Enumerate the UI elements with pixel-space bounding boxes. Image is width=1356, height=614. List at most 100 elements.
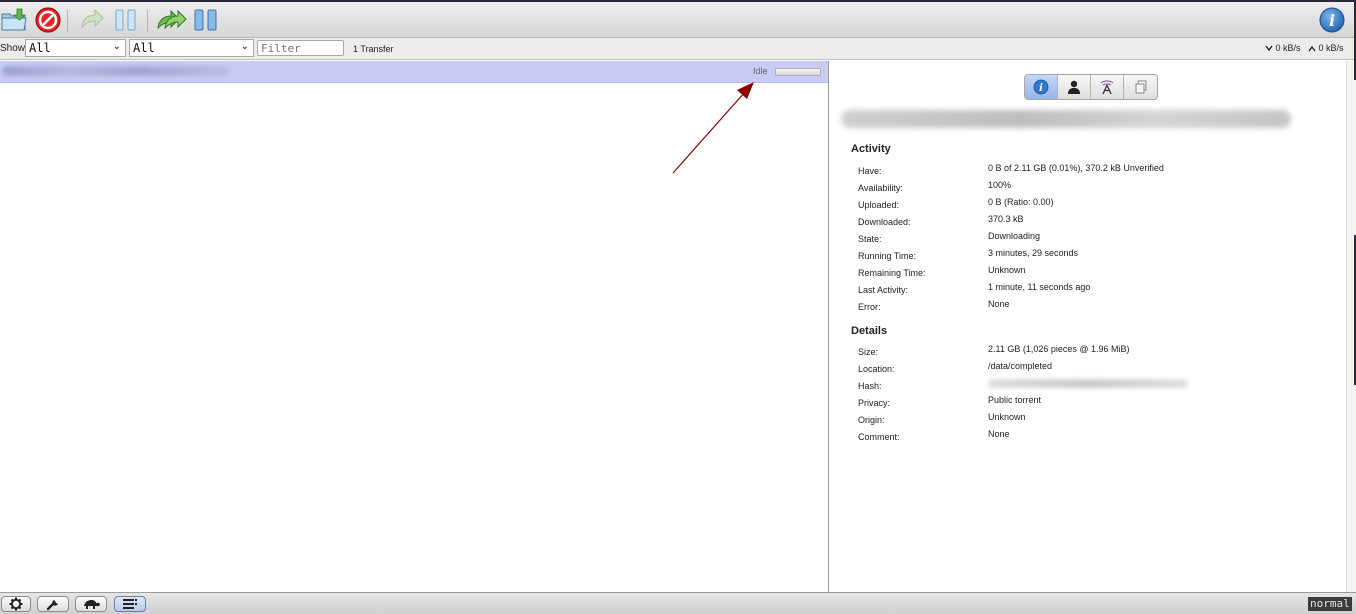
upload-speed-value: 0 kB/s bbox=[1318, 43, 1344, 53]
activity-section-title: Activity bbox=[851, 143, 891, 155]
property-row: Remaining Time: Unknown bbox=[858, 265, 1338, 282]
tab-trackers[interactable] bbox=[1091, 75, 1124, 99]
preferences-button[interactable] bbox=[37, 596, 69, 612]
property-row: Downloaded: 370.3 kB bbox=[858, 214, 1338, 231]
property-label: State: bbox=[858, 234, 882, 244]
resume-all-button[interactable] bbox=[156, 6, 188, 34]
list-view-icon bbox=[123, 599, 137, 609]
details-section-title: Details bbox=[851, 325, 888, 337]
download-speed-value: 0 kB/s bbox=[1275, 43, 1301, 53]
property-label: Downloaded: bbox=[858, 217, 911, 227]
transfer-count: 1 Transfer bbox=[353, 44, 394, 54]
property-value: None bbox=[988, 299, 1010, 309]
filter-bar: Show All ⌄ All ⌄ 1 Transfer 0 kB/s 0 kB/… bbox=[0, 38, 1356, 60]
property-label: Location: bbox=[858, 364, 895, 374]
property-row: Have: 0 B of 2.11 GB (0.01%), 370.2 kB Un… bbox=[858, 163, 1338, 180]
tracker-filter-select[interactable]: All ⌄ bbox=[129, 39, 254, 57]
info-icon: i bbox=[1319, 7, 1345, 33]
tracker-filter-value: All bbox=[133, 41, 155, 55]
torrent-name-redacted bbox=[2, 66, 230, 76]
resume-selected-button[interactable] bbox=[78, 6, 106, 34]
property-label: Uploaded: bbox=[858, 200, 900, 210]
property-row: Origin: Unknown bbox=[858, 412, 1338, 429]
property-value: Unknown bbox=[988, 265, 1026, 275]
pause-selected-button[interactable] bbox=[112, 6, 140, 34]
show-label: Show bbox=[0, 43, 26, 54]
inspector-tabs: i bbox=[1024, 74, 1158, 100]
upload-speed: 0 kB/s bbox=[1308, 43, 1344, 53]
svg-text:i: i bbox=[1329, 11, 1335, 30]
property-label: Origin: bbox=[858, 415, 885, 425]
chevron-down-icon: ⌄ bbox=[112, 41, 121, 52]
tab-info[interactable]: i bbox=[1025, 75, 1058, 99]
property-label: Last Activity: bbox=[858, 285, 909, 295]
pause-all-icon bbox=[194, 9, 217, 31]
info-icon: i bbox=[1033, 79, 1049, 95]
property-row: Last Activity: 1 minute, 11 seconds ago bbox=[858, 282, 1338, 299]
property-row: State: Downloading bbox=[858, 231, 1338, 248]
property-row: Location: /data/completed bbox=[858, 361, 1338, 378]
property-value: None bbox=[988, 429, 1010, 439]
trackers-icon bbox=[1100, 80, 1114, 95]
about-button[interactable]: i bbox=[1318, 6, 1346, 34]
remove-torrent-button[interactable] bbox=[34, 6, 62, 34]
settings-button[interactable] bbox=[1, 596, 31, 612]
bottom-toolbar: normal bbox=[0, 592, 1356, 614]
property-value: /data/completed bbox=[988, 361, 1053, 371]
property-label: Running Time: bbox=[858, 251, 917, 261]
torrent-progress-bar bbox=[775, 68, 821, 76]
pause-icon bbox=[115, 9, 136, 31]
property-row: Running Time: 3 minutes, 29 seconds bbox=[858, 248, 1338, 265]
property-value: 100% bbox=[988, 180, 1012, 190]
peers-icon bbox=[1068, 80, 1080, 94]
property-value: Unknown bbox=[988, 412, 1026, 422]
property-row: Hash: bbox=[858, 378, 1338, 395]
property-value: 370.3 kB bbox=[988, 214, 1024, 224]
turtle-icon bbox=[84, 600, 100, 609]
turtle-mode-button[interactable] bbox=[75, 596, 107, 612]
download-speed: 0 kB/s bbox=[1265, 43, 1301, 53]
main-toolbar: i bbox=[0, 2, 1356, 38]
status-filter-select[interactable]: All ⌄ bbox=[25, 39, 126, 57]
property-value: Public torrent bbox=[988, 395, 1042, 405]
download-arrow-icon bbox=[1265, 45, 1273, 52]
chevron-down-icon: ⌄ bbox=[240, 41, 249, 52]
right-edge-scrollbar[interactable] bbox=[1346, 0, 1356, 592]
property-label: Privacy: bbox=[858, 398, 891, 408]
property-value: 1 minute, 11 seconds ago bbox=[988, 282, 1091, 292]
property-value: 0 B of 2.11 GB (0.01%), 370.2 kB Unverif… bbox=[988, 163, 1164, 173]
property-label: Have: bbox=[858, 166, 882, 176]
torrent-list: Idle bbox=[0, 61, 828, 592]
open-folder-icon bbox=[1, 8, 27, 31]
filter-input[interactable] bbox=[257, 40, 344, 56]
wrench-icon bbox=[46, 600, 58, 611]
property-row: Uploaded: 0 B (Ratio: 0.00) bbox=[858, 197, 1338, 214]
toolbar-separator bbox=[147, 10, 148, 32]
resume-arrow-icon bbox=[81, 8, 104, 29]
property-value: 2.11 GB (1,026 pieces @ 1.96 MiB) bbox=[988, 344, 1130, 354]
resume-all-arrow-icon bbox=[157, 9, 187, 30]
torrent-status: Idle bbox=[753, 66, 768, 76]
property-label: Hash: bbox=[858, 381, 882, 391]
upload-arrow-icon bbox=[1308, 45, 1316, 52]
open-torrent-button[interactable] bbox=[0, 6, 28, 34]
property-label: Size: bbox=[858, 347, 879, 357]
property-row: Privacy: Public torrent bbox=[858, 395, 1338, 412]
inspector-torrent-name-redacted bbox=[841, 110, 1291, 128]
property-value: 3 minutes, 29 seconds bbox=[988, 248, 1079, 258]
stop-remove-icon bbox=[35, 7, 61, 33]
property-value: 0 B (Ratio: 0.00) bbox=[988, 197, 1054, 207]
toolbar-separator bbox=[67, 10, 68, 32]
table-row[interactable]: Idle bbox=[0, 61, 828, 83]
inspector-panel: i Activity Have: 0 B of 2.11 GB (0.01%), … bbox=[829, 61, 1346, 592]
gear-icon bbox=[9, 597, 23, 611]
compact-view-button[interactable] bbox=[114, 596, 146, 612]
tab-files[interactable] bbox=[1124, 75, 1157, 99]
mode-indicator: normal bbox=[1308, 597, 1352, 611]
tab-peers[interactable] bbox=[1058, 75, 1091, 99]
hash-value-redacted bbox=[988, 379, 1188, 388]
property-label: Availability: bbox=[858, 183, 903, 193]
pause-all-button[interactable] bbox=[192, 6, 220, 34]
property-label: Comment: bbox=[858, 432, 900, 442]
files-icon bbox=[1135, 80, 1146, 94]
